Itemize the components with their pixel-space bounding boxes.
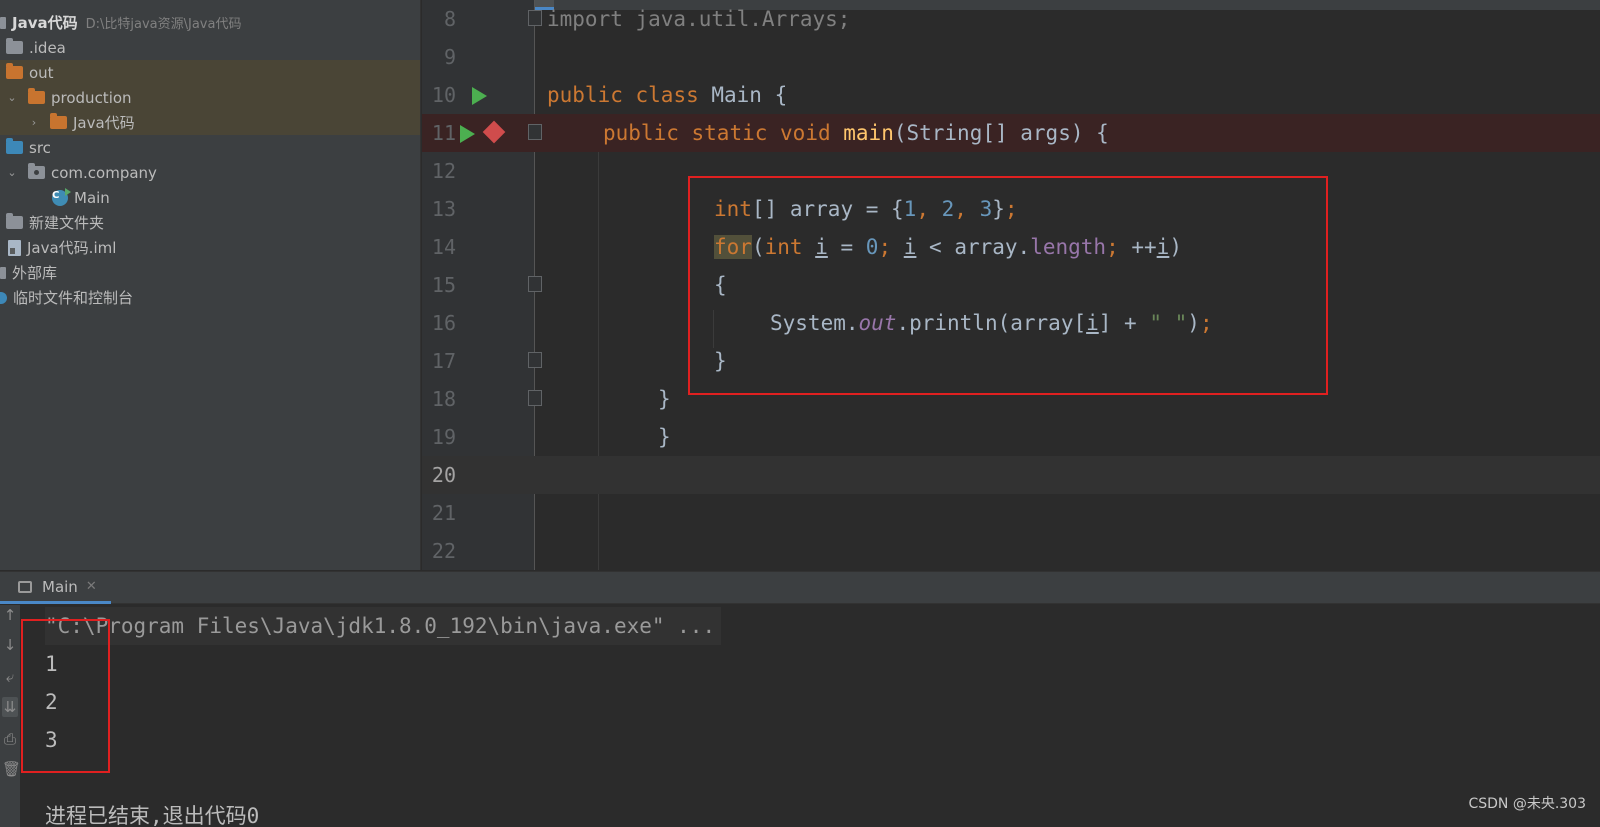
line-number: 11	[431, 121, 456, 145]
console-icon	[18, 580, 32, 593]
tree-item-external-libraries[interactable]: 外部库	[0, 260, 420, 285]
run-method-icon[interactable]	[460, 125, 475, 143]
console-exit-message: 进程已结束,退出代码0	[45, 804, 260, 827]
close-icon[interactable]: ✕	[86, 579, 97, 594]
run-class-icon[interactable]	[472, 87, 487, 105]
code-line[interactable]: 22	[422, 532, 1600, 570]
line-number: 13	[431, 197, 456, 221]
tree-item-label: Java代码.iml	[27, 239, 117, 257]
chevron-down-icon[interactable]: ⌄	[6, 166, 18, 179]
tree-item-label: src	[29, 138, 51, 157]
tree-item-label: com.company	[51, 163, 157, 182]
fold-marker-icon[interactable]	[528, 124, 542, 140]
code-text: public static void main(String[] args) {	[603, 121, 1109, 145]
folder-icon	[6, 213, 23, 229]
project-toolbar	[0, 0, 420, 10]
arrow-down-icon[interactable]: ↓	[2, 635, 18, 655]
tree-item-com-company[interactable]: ⌄ com.company	[0, 160, 420, 185]
console-command-line: "C:\Program Files\Java\jdk1.8.0_192\bin\…	[45, 607, 722, 645]
run-tab-label: Main	[42, 577, 78, 596]
code-line[interactable]: 19 }	[422, 418, 1600, 456]
chevron-right-icon[interactable]: ›	[28, 116, 40, 129]
code-text: public class Main {	[547, 83, 788, 107]
soft-wrap-icon[interactable]: ⤶	[2, 667, 18, 687]
code-line[interactable]: 8 import java.util.Arrays;	[422, 0, 1600, 38]
code-line[interactable]: 21	[422, 494, 1600, 532]
module-icon	[0, 16, 6, 29]
line-number: 17	[431, 349, 456, 373]
code-line-current[interactable]: 20	[422, 456, 1600, 494]
excluded-folder-icon	[6, 63, 23, 79]
fold-marker-icon[interactable]	[528, 276, 542, 292]
tree-root-project[interactable]: Java代码 D:\比特java资源\Java代码	[0, 10, 420, 35]
tree-item-idea[interactable]: .idea	[0, 35, 420, 60]
line-number: 19	[431, 425, 456, 449]
tree-item-new-folder[interactable]: 新建文件夹	[0, 210, 420, 235]
scroll-to-end-icon[interactable]: ⇊	[2, 697, 18, 717]
tree-item-label: .idea	[29, 38, 66, 57]
arrow-up-icon[interactable]: ↑	[2, 605, 18, 625]
module-file-icon	[8, 239, 21, 256]
line-number: 8	[443, 7, 456, 31]
line-number: 9	[443, 45, 456, 69]
code-text: }	[658, 425, 671, 449]
line-number: 15	[431, 273, 456, 297]
folder-icon	[6, 38, 23, 54]
tree-item-label: 新建文件夹	[29, 214, 105, 232]
run-console[interactable]: "C:\Program Files\Java\jdk1.8.0_192\bin\…	[21, 605, 1600, 827]
annotation-highlight-box	[688, 176, 1328, 395]
code-editor[interactable]: 8 import java.util.Arrays; 9 10 public c…	[422, 0, 1600, 570]
project-tool-window: Java代码 D:\比特java资源\Java代码 .idea out ⌄ pr…	[0, 0, 421, 570]
code-text: import java.util.Arrays;	[547, 7, 851, 31]
watermark: CSDN @未央.303	[1468, 796, 1586, 812]
line-number: 22	[431, 539, 456, 563]
fold-marker-icon[interactable]	[528, 390, 542, 406]
annotation-highlight-box	[21, 619, 110, 773]
library-icon	[0, 266, 6, 279]
source-folder-icon	[6, 138, 23, 154]
run-toolbar: ↑ ↓ ⤶ ⇊ ⎙ 🗑	[0, 605, 21, 827]
tree-item-java-code-output[interactable]: › Java代码	[0, 110, 420, 135]
code-line[interactable]: 9	[422, 38, 1600, 76]
tree-item-production[interactable]: ⌄ production	[0, 85, 420, 110]
line-number: 21	[431, 501, 456, 525]
line-number: 12	[431, 159, 456, 183]
tree-item-label: Java代码	[73, 114, 135, 132]
tree-item-iml-file[interactable]: Java代码.iml	[0, 235, 420, 260]
excluded-folder-icon	[28, 88, 45, 104]
tree-item-label: 临时文件和控制台	[13, 289, 134, 307]
package-icon	[28, 163, 45, 179]
code-line-breakpoint[interactable]: 11 public static void main(String[] args…	[422, 114, 1600, 152]
tree-item-label: out	[29, 63, 54, 82]
tree-root-path: D:\比特java资源\Java代码	[85, 17, 242, 32]
code-text: }	[658, 387, 671, 411]
line-number: 20	[431, 463, 456, 487]
excluded-folder-icon	[50, 113, 67, 129]
tree-item-scratches[interactable]: 临时文件和控制台	[0, 285, 420, 310]
line-number: 16	[431, 311, 456, 335]
fold-marker-icon[interactable]	[528, 10, 542, 26]
breakpoint-icon[interactable]	[482, 120, 506, 144]
print-icon[interactable]: ⎙	[2, 729, 18, 749]
run-tab-main[interactable]: Main ✕	[0, 572, 111, 604]
java-class-icon: C	[52, 187, 71, 206]
tree-item-main-class[interactable]: C Main	[0, 185, 420, 210]
tree-item-label: Main	[74, 188, 110, 207]
tree-item-label: production	[51, 88, 132, 107]
tree-root-label: Java代码	[12, 14, 78, 32]
code-line[interactable]: 10 public class Main {	[422, 76, 1600, 114]
fold-marker-icon[interactable]	[528, 352, 542, 368]
line-number: 18	[431, 387, 456, 411]
trash-icon[interactable]: 🗑	[2, 759, 21, 779]
tree-item-out[interactable]: out	[0, 60, 420, 85]
line-number: 10	[431, 83, 456, 107]
run-tool-window-header: Main ✕	[0, 571, 1600, 604]
scratches-icon	[0, 291, 7, 304]
tree-item-label: 外部库	[12, 264, 58, 282]
tree-item-src[interactable]: src	[0, 135, 420, 160]
line-number: 14	[431, 235, 456, 259]
chevron-down-icon[interactable]: ⌄	[6, 91, 18, 104]
